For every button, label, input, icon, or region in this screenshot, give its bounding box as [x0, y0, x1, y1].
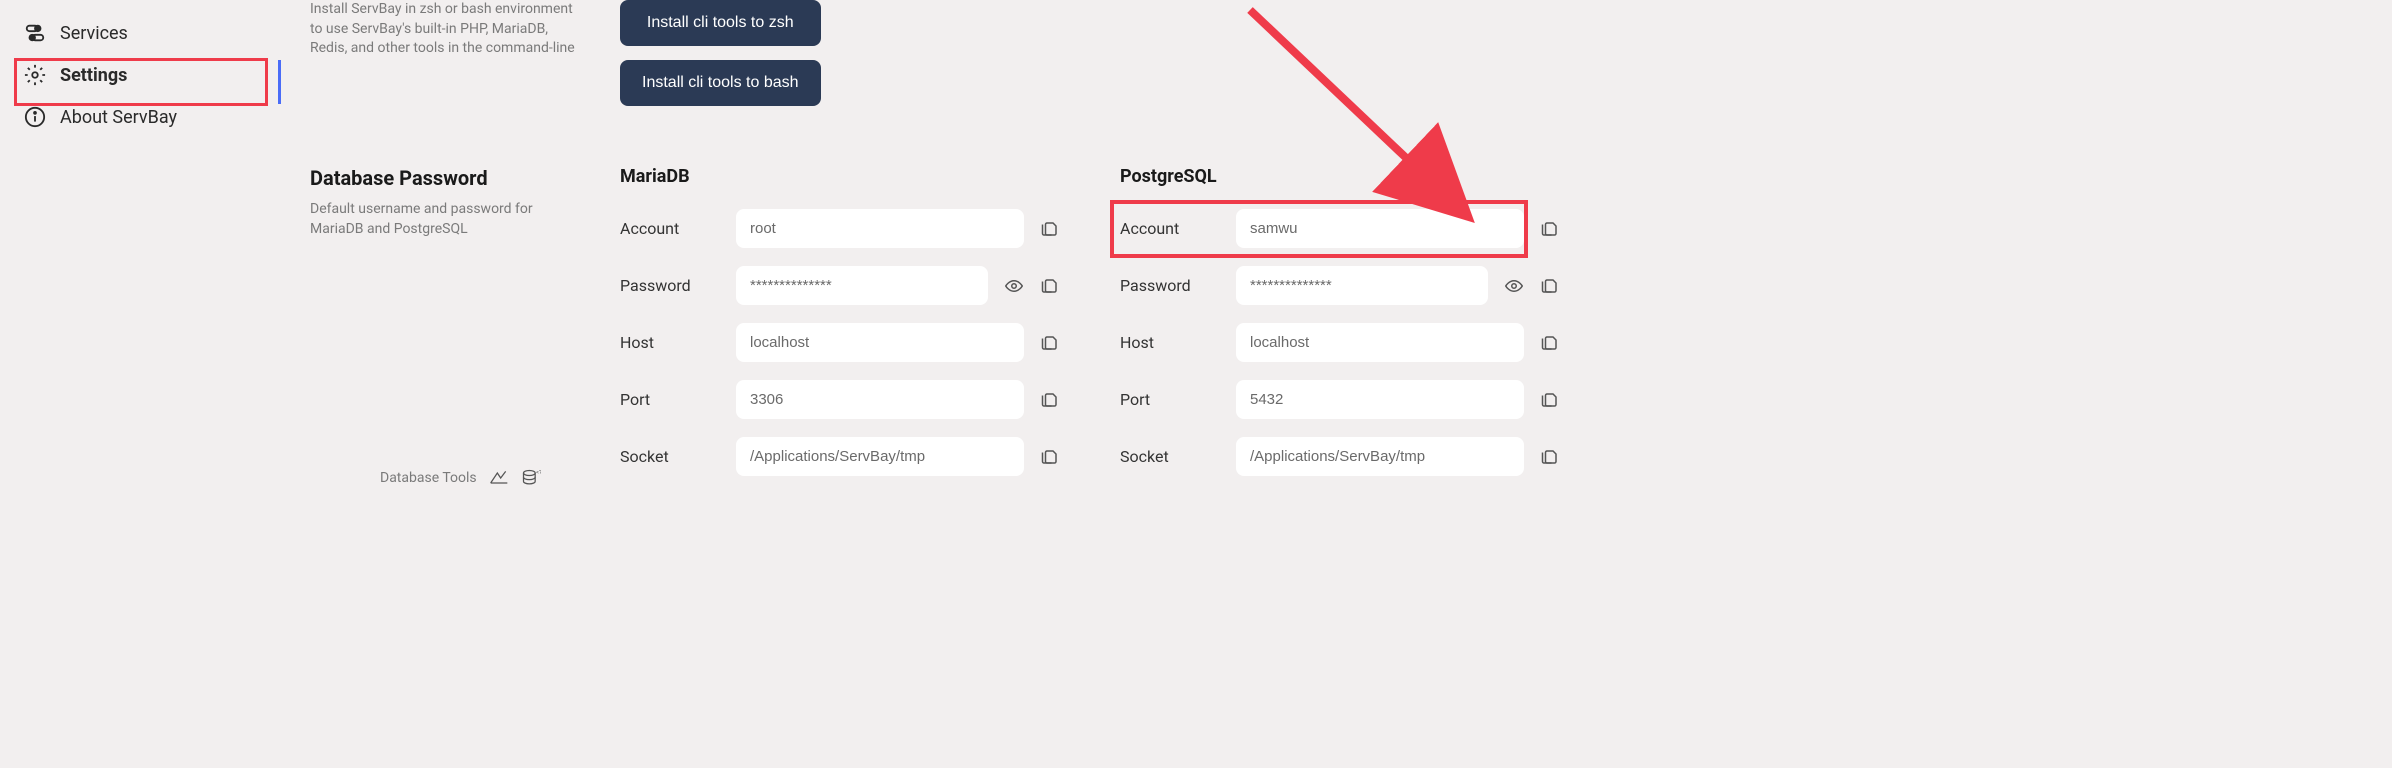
eye-icon[interactable] [1004, 276, 1024, 296]
mariadb-account-input[interactable] [736, 209, 1024, 248]
cli-section: Install ServBay in zsh or bash environme… [310, 0, 2362, 106]
mariadb-socket-row: Socket [620, 437, 1060, 476]
label-password: Password [1120, 276, 1220, 295]
mariadb-title: MariaDB [620, 166, 1060, 187]
sidebar-item-about[interactable]: About ServBay [10, 96, 270, 138]
label-account: Account [620, 219, 720, 238]
gear-icon [24, 64, 46, 86]
postgresql-socket-row: Socket [1120, 437, 1560, 476]
copy-icon[interactable] [1540, 219, 1560, 239]
mariadb-password-row: Password [620, 266, 1060, 305]
db-description: Default username and password for MariaD… [310, 200, 560, 239]
copy-icon[interactable] [1040, 219, 1060, 239]
mariadb-password-input[interactable] [736, 266, 988, 305]
mariadb-host-row: Host [620, 323, 1060, 362]
mariadb-host-input[interactable] [736, 323, 1024, 362]
sidebar-item-services[interactable]: Services [10, 12, 270, 54]
db-left: Database Password Default username and p… [310, 166, 580, 494]
postgresql-host-row: Host [1120, 323, 1560, 362]
postgresql-title: PostgreSQL [1120, 166, 1560, 187]
cli-description: Install ServBay in zsh or bash environme… [310, 0, 580, 106]
mariadb-port-input[interactable] [736, 380, 1024, 419]
mariadb-account-row: Account [620, 209, 1060, 248]
db-tools-label: Database Tools [380, 470, 477, 486]
postgresql-port-row: Port [1120, 380, 1560, 419]
sidebar-item-settings[interactable]: Settings [10, 54, 270, 96]
main-content: Install ServBay in zsh or bash environme… [280, 0, 2392, 768]
sidebar-label-about: About ServBay [60, 107, 177, 128]
postgresql-column: PostgreSQL Account Password [1120, 166, 1560, 494]
db-columns: MariaDB Account Password [620, 166, 2362, 494]
eye-icon[interactable] [1504, 276, 1524, 296]
mariadb-column: MariaDB Account Password [620, 166, 1060, 494]
postgresql-account-input[interactable] [1236, 209, 1524, 248]
database-section: Database Password Default username and p… [310, 166, 2362, 494]
mariadb-socket-input[interactable] [736, 437, 1024, 476]
sidebar-label-settings: Settings [60, 65, 127, 86]
postgresql-port-input[interactable] [1236, 380, 1524, 419]
label-port: Port [620, 390, 720, 409]
database-tools: Database Tools <? [310, 468, 580, 494]
install-bash-button[interactable]: Install cli tools to bash [620, 60, 821, 106]
label-host: Host [620, 333, 720, 352]
copy-icon[interactable] [1040, 276, 1060, 296]
install-zsh-button[interactable]: Install cli tools to zsh [620, 0, 821, 46]
label-account: Account [1120, 219, 1220, 238]
postgresql-password-row: Password [1120, 266, 1560, 305]
copy-icon[interactable] [1540, 447, 1560, 467]
copy-icon[interactable] [1040, 390, 1060, 410]
postgresql-socket-input[interactable] [1236, 437, 1524, 476]
label-socket: Socket [620, 447, 720, 466]
cli-buttons: Install cli tools to zsh Install cli too… [620, 0, 821, 106]
sidebar-label-services: Services [60, 23, 128, 44]
copy-icon[interactable] [1540, 390, 1560, 410]
postgresql-account-row: Account [1120, 209, 1560, 248]
label-port: Port [1120, 390, 1220, 409]
copy-icon[interactable] [1540, 333, 1560, 353]
info-icon [24, 106, 46, 128]
copy-icon[interactable] [1040, 333, 1060, 353]
phpmyadmin-icon[interactable] [489, 468, 509, 488]
postgresql-host-input[interactable] [1236, 323, 1524, 362]
label-password: Password [620, 276, 720, 295]
label-host: Host [1120, 333, 1220, 352]
label-socket: Socket [1120, 447, 1220, 466]
mariadb-port-row: Port [620, 380, 1060, 419]
postgresql-password-input[interactable] [1236, 266, 1488, 305]
copy-icon[interactable] [1040, 447, 1060, 467]
services-icon [24, 22, 46, 44]
copy-icon[interactable] [1540, 276, 1560, 296]
svg-text:<?: <? [536, 470, 541, 476]
db-title: Database Password [310, 166, 580, 190]
sidebar: Services Settings About ServBay [0, 0, 280, 768]
adminer-icon[interactable]: <? [521, 468, 541, 488]
